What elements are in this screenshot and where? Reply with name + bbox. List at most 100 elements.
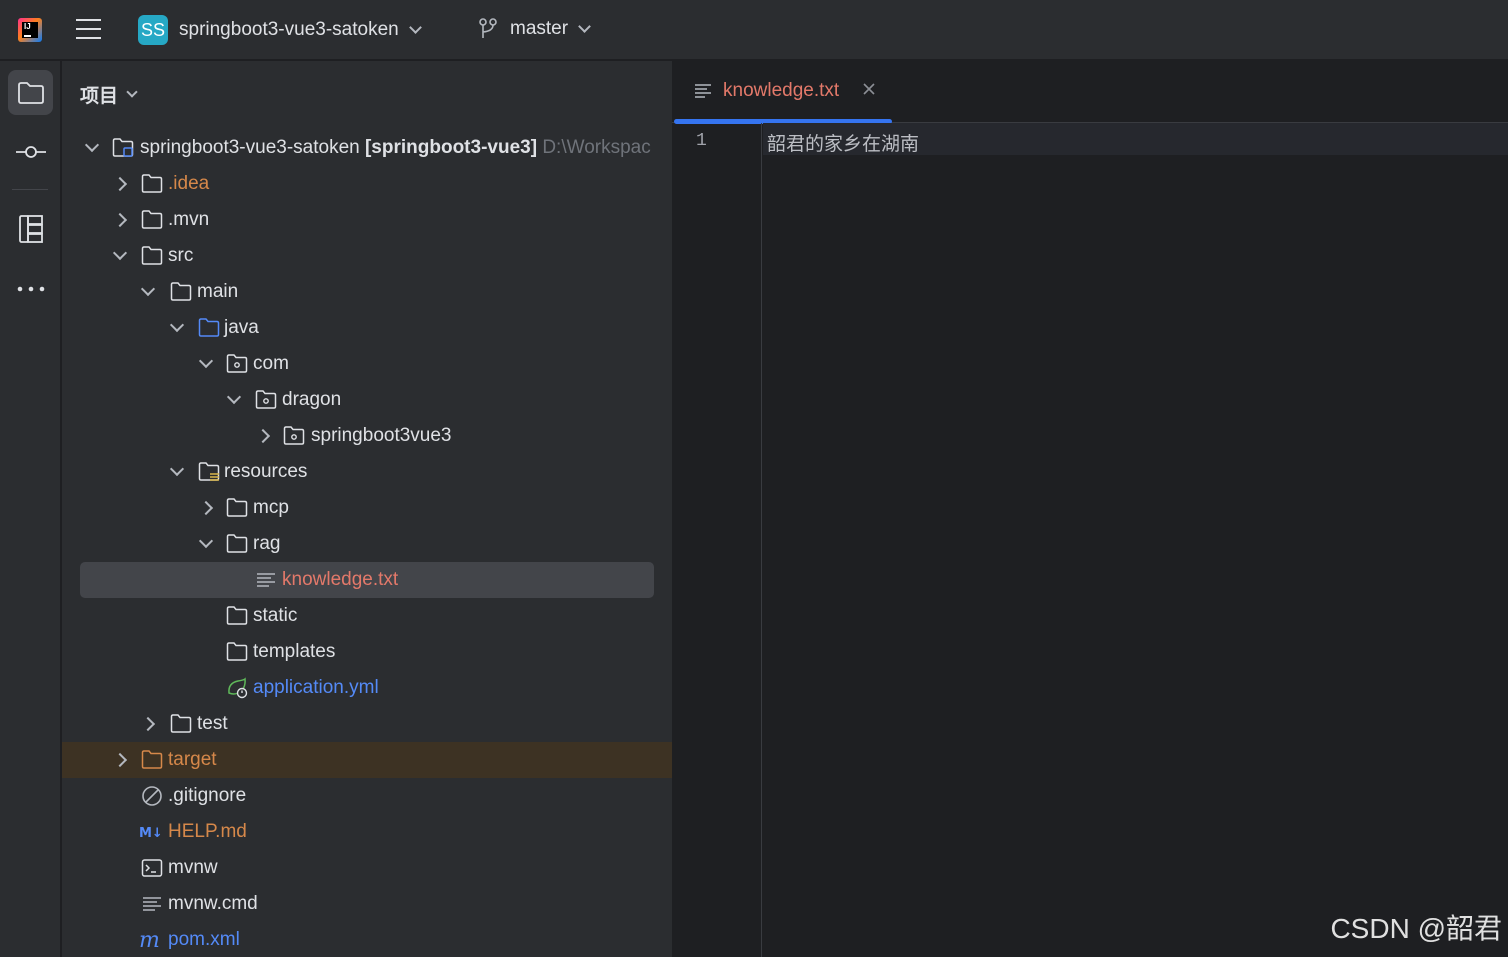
code-line-current[interactable]: 韶君的家乡在湖南 — [763, 123, 1508, 155]
tree-row-label: knowledge.txt — [282, 569, 399, 590]
expand-arrow-icon[interactable] — [140, 716, 156, 732]
maven-icon: m — [139, 929, 160, 951]
collapse-arrow-icon[interactable] — [112, 245, 128, 260]
expand-arrow-icon[interactable] — [198, 500, 214, 516]
tree-row-src[interactable]: src — [62, 238, 672, 274]
collapse-arrow-icon[interactable] — [198, 353, 214, 368]
expand-arrow-icon[interactable] — [255, 428, 271, 444]
structure-tool-button[interactable] — [8, 206, 53, 251]
tree-row-label: com — [253, 353, 289, 374]
tree-row-springboot3vue3[interactable]: springboot3vue3 — [62, 418, 672, 454]
tree-row-java[interactable]: java — [62, 310, 672, 346]
markdown-icon: M↓ — [139, 826, 161, 841]
tree-root-row[interactable]: springboot3-vue3-satoken [springboot3-vu… — [62, 130, 672, 166]
expand-arrow-icon[interactable] — [84, 137, 100, 152]
folder-icon — [141, 246, 163, 265]
tree-row-label: .idea — [168, 173, 210, 194]
intellij-logo-icon[interactable]: IJ — [18, 18, 42, 42]
chevron-down-icon — [126, 85, 138, 98]
tree-row-mvnw[interactable]: mvnw — [62, 850, 672, 886]
project-name: springboot3-vue3-satoken — [179, 19, 399, 40]
tree-row-main[interactable]: main — [62, 274, 672, 310]
tree-row-label: dragon — [282, 389, 342, 410]
text-file-icon — [257, 573, 275, 587]
tree-row-templates[interactable]: templates — [62, 634, 672, 670]
collapse-arrow-icon[interactable] — [140, 281, 156, 296]
folder-icon — [226, 498, 248, 517]
chevron-down-icon — [408, 20, 422, 34]
tree-row-label: .mvn — [168, 209, 210, 230]
tree-row-application-yml[interactable]: application.yml — [62, 670, 672, 706]
tree-row-label: mvnw.cmd — [168, 893, 258, 914]
tree-row-rag[interactable]: rag — [62, 526, 672, 562]
more-tools-button[interactable] — [8, 266, 53, 311]
collapse-arrow-icon[interactable] — [169, 317, 185, 332]
tree-row-label: test — [197, 713, 228, 734]
collapse-arrow-icon[interactable] — [226, 389, 242, 404]
svg-text:M↓: M↓ — [139, 826, 161, 841]
tree-row-label: src — [168, 245, 194, 266]
tree-row-mcp[interactable]: mcp — [62, 490, 672, 526]
tree-row-label: main — [197, 281, 239, 302]
tree-row-label: .gitignore — [168, 785, 247, 806]
close-icon[interactable] — [861, 81, 877, 97]
tree-row-knowledge-txt[interactable]: knowledge.txt — [62, 562, 672, 598]
folder-icon — [141, 210, 163, 229]
tree-row-label: mcp — [253, 497, 289, 518]
module-folder-icon — [112, 138, 134, 157]
project-tool-button[interactable] — [8, 70, 53, 115]
tree-row-test[interactable]: test — [62, 706, 672, 742]
main-menu-icon[interactable] — [76, 19, 101, 41]
tree-row-label: resources — [224, 461, 308, 482]
tree-row-help-md[interactable]: M↓ HELP.md — [62, 814, 672, 850]
commit-tool-button[interactable] — [8, 129, 53, 174]
folder-icon — [17, 81, 44, 104]
expand-arrow-icon[interactable] — [112, 752, 128, 768]
tree-row-mvnw-cmd[interactable]: mvnw.cmd — [62, 886, 672, 922]
expand-arrow-icon[interactable] — [112, 176, 128, 192]
text-file-icon — [143, 897, 161, 911]
project-view-selector[interactable]: 项目 — [80, 81, 138, 108]
collapse-arrow-icon[interactable] — [198, 533, 214, 548]
folder-icon — [170, 714, 192, 733]
tree-row-mvn[interactable]: .mvn — [62, 202, 672, 238]
tree-row-resources[interactable]: resources — [62, 454, 672, 490]
tree-row-label: pom.xml — [168, 929, 240, 950]
watermark: CSDN @韶君 — [1330, 913, 1502, 944]
editor-tab-label: knowledge.txt — [723, 80, 840, 101]
shell-script-icon — [141, 859, 163, 877]
tree-row-label: templates — [253, 641, 336, 662]
folder-icon — [141, 750, 163, 769]
more-icon — [17, 286, 44, 291]
editor-area: knowledge.txt 1 韶君的家乡在湖南 CSDN @韶君 — [672, 61, 1508, 957]
editor-tab-knowledge[interactable]: knowledge.txt — [672, 61, 892, 124]
folder-icon — [141, 174, 163, 193]
tree-row-label: rag — [253, 533, 281, 554]
package-icon — [283, 426, 305, 445]
expand-arrow-icon[interactable] — [112, 212, 128, 228]
tree-row-label: target — [168, 749, 217, 770]
code-text[interactable]: 韶君的家乡在湖南 — [767, 129, 919, 156]
tree-row-com[interactable]: com — [62, 346, 672, 382]
tree-row-label: springboot3vue3 — [311, 425, 452, 446]
structure-icon — [18, 214, 43, 243]
tree-row-pom-xml[interactable]: m pom.xml — [62, 922, 672, 957]
project-panel: 项目 springboot3-vue3-satoken [springboot3… — [62, 61, 672, 957]
folder-icon — [226, 534, 248, 553]
project-badge: SS — [138, 15, 168, 45]
chevron-down-icon — [578, 19, 591, 33]
folder-icon — [226, 606, 248, 625]
collapse-arrow-icon[interactable] — [169, 461, 185, 476]
tree-row-gitignore[interactable]: .gitignore — [62, 778, 672, 814]
separator — [12, 189, 48, 190]
source-folder-icon — [198, 318, 220, 337]
gitignore-icon — [142, 786, 162, 806]
project-switcher[interactable]: SS springboot3-vue3-satoken — [138, 15, 422, 45]
spring-config-icon — [228, 677, 248, 699]
panel-title: 项目 — [80, 86, 119, 107]
tree-row-target[interactable]: target — [62, 742, 672, 778]
tree-row-dragon[interactable]: dragon — [62, 382, 672, 418]
branch-switcher[interactable]: master — [478, 18, 591, 40]
tree-row-idea[interactable]: .idea — [62, 166, 672, 202]
tree-row-static[interactable]: static — [62, 598, 672, 634]
